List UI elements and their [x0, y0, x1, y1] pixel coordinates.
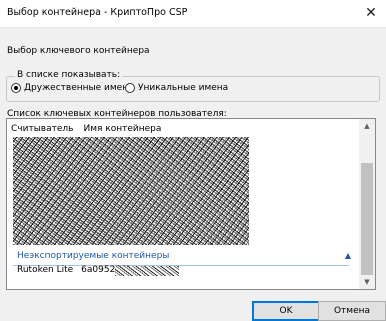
radio-unchecked-icon: [125, 83, 135, 93]
radio-friendly-names[interactable]: Дружественные имена: [11, 83, 134, 93]
radio-unique-names[interactable]: Уникальные имена: [125, 83, 228, 93]
radio-label: Уникальные имена: [138, 83, 229, 93]
group-header-nonexportable[interactable]: Неэкспортируемые контейнеры ▲: [13, 251, 351, 266]
scroll-down-icon[interactable]: ▼: [359, 275, 375, 289]
list-item-reader: Rutoken Lite: [17, 265, 74, 275]
radio-label: Дружественные имена: [24, 83, 134, 93]
window-title: Выбор контейнера - КриптоПро CSP: [7, 7, 188, 18]
section-label: Выбор ключевого контейнера: [7, 46, 150, 56]
ok-button[interactable]: OK: [252, 301, 320, 321]
close-icon[interactable]: ✕: [356, 0, 386, 27]
column-header-container-name[interactable]: Имя контейнера: [83, 124, 161, 134]
redacted-container-name: [115, 266, 179, 276]
vertical-scrollbar[interactable]: ▲ ▼: [359, 119, 375, 289]
cancel-button[interactable]: Отмена: [318, 301, 386, 321]
column-headers: Считыватель Имя контейнера: [11, 124, 161, 134]
display-options-caption: В списке показывать:: [15, 70, 123, 80]
display-options-group: В списке показывать: Дружественные имена…: [6, 70, 380, 102]
container-list[interactable]: Считыватель Имя контейнера Неэкспортируе…: [6, 118, 376, 290]
title-bar: Выбор контейнера - КриптоПро CSP ✕: [0, 0, 386, 28]
redacted-container-entries: [13, 137, 249, 245]
radio-checked-icon: [11, 83, 21, 93]
collapse-icon[interactable]: ▲: [345, 251, 351, 260]
column-header-reader[interactable]: Считыватель: [11, 124, 73, 134]
group-header-label: Неэкспортируемые контейнеры: [17, 251, 170, 261]
scroll-up-icon[interactable]: ▲: [359, 119, 375, 133]
scroll-thumb[interactable]: [361, 163, 373, 275]
